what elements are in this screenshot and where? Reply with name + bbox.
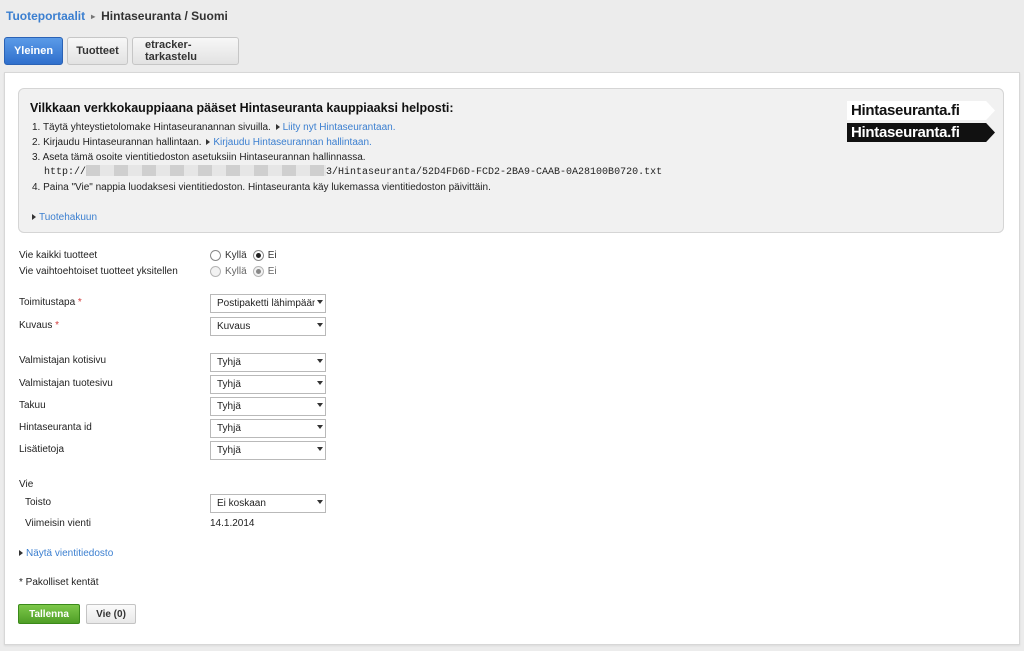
manufacturer-product-value: Tyhjä (217, 379, 241, 390)
export-url-prefix: http:// (44, 167, 87, 178)
description-label-text: Kuvaus (19, 320, 53, 331)
export-all-label: Vie kaikki tuotteet (19, 250, 98, 261)
info-step-2-text: 2. Kirjaudu Hintaseurannan hallintaan. (32, 137, 202, 148)
breadcrumb-separator-icon: ▸ (91, 12, 96, 21)
chevron-down-icon (317, 359, 323, 363)
chevron-down-icon (317, 300, 323, 304)
info-step-1: 1. Täytä yhteystietolomake Hintaseuranan… (32, 120, 662, 135)
logo-text-light: Hintaseuranta.fi (847, 101, 995, 120)
info-title: Vilkkaan verkkokauppiaana pääset Hintase… (30, 101, 454, 115)
export-button[interactable]: Vie (0) (86, 604, 136, 624)
export-all-yes-label: Kyllä (225, 250, 247, 261)
product-search-row: Tuotehakuun (30, 212, 97, 223)
delivery-select-value: Postipaketti lähimpään (217, 298, 318, 309)
product-search-link[interactable]: Tuotehakuun (39, 212, 97, 223)
extra-info-value: Tyhjä (217, 445, 241, 456)
redacted-block (86, 165, 327, 176)
delivery-label: Toimitustapa * (19, 297, 82, 308)
join-link[interactable]: Liity nyt Hintaseurantaan. (283, 122, 396, 133)
hintaseuranta-id-label: Hintaseuranta id (19, 422, 92, 433)
repeat-value: Ei koskaan (217, 498, 266, 509)
show-export-file-link[interactable]: Näytä vientitiedosto (26, 548, 113, 559)
export-all-radios: Kyllä Ei (210, 250, 277, 261)
chevron-down-icon (317, 403, 323, 407)
export-variants-radios: Kyllä Ei (210, 266, 277, 277)
required-note: * Pakolliset kentät (19, 577, 99, 588)
export-section-label: Vie (19, 479, 34, 490)
arrow-right-icon (32, 214, 36, 220)
export-all-no-label: Ei (267, 250, 277, 261)
tab-tuotteet[interactable]: Tuotteet (67, 37, 128, 65)
last-export-value: 14.1.2014 (210, 518, 255, 529)
repeat-label: Toisto (25, 497, 52, 508)
repeat-select[interactable]: Ei koskaan (210, 494, 326, 513)
tab-yleinen[interactable]: Yleinen (4, 37, 63, 65)
hintaseuranta-logo: Hintaseuranta.fi Hintaseuranta.fi (847, 101, 995, 145)
arrow-right-icon (206, 139, 211, 145)
chevron-down-icon (317, 425, 323, 429)
logo-text-dark: Hintaseuranta.fi (847, 123, 995, 142)
delivery-label-text: Toimitustapa (19, 297, 76, 308)
export-all-no-radio[interactable] (252, 250, 264, 261)
manufacturer-product-select[interactable]: Tyhjä (210, 375, 326, 394)
chevron-down-icon (317, 500, 323, 504)
required-mark: * (77, 297, 82, 308)
chevron-down-icon (317, 447, 323, 451)
export-variants-no-label: Ei (267, 266, 277, 277)
extra-info-select[interactable]: Tyhjä (210, 441, 326, 460)
info-steps: 1. Täytä yhteystietolomake Hintaseuranan… (32, 120, 662, 195)
warranty-select[interactable]: Tyhjä (210, 397, 326, 416)
info-step-4: 4. Paina "Vie" nappia luodaksesi vientit… (32, 182, 491, 193)
breadcrumb-link-tuoteportaalit[interactable]: Tuoteportaalit (6, 9, 85, 23)
export-url: http:// 3/Hintaseuranta/52D4FD6D-FCD2-2BA… (32, 165, 662, 180)
manufacturer-home-select[interactable]: Tyhjä (210, 353, 326, 372)
login-link[interactable]: Kirjaudu Hintaseurannan hallintaan. (213, 137, 371, 148)
description-label: Kuvaus * (19, 320, 59, 331)
info-step-2: 2. Kirjaudu Hintaseurannan hallintaan. K… (32, 135, 662, 150)
breadcrumb: Tuoteportaalit ▸ Hintaseuranta / Suomi (6, 9, 228, 23)
info-step-3: 3. Aseta tämä osoite vientitiedoston ase… (32, 152, 366, 163)
delivery-select[interactable]: Postipaketti lähimpään (210, 294, 326, 313)
export-variants-label: Vie vaihtoehtoiset tuotteet yksitellen (19, 266, 178, 277)
export-variants-no-radio[interactable] (252, 266, 264, 277)
last-export-label: Viimeisin vienti (25, 518, 91, 529)
hintaseuranta-id-value: Tyhjä (217, 423, 241, 434)
show-export-file-row: Näytä vientitiedosto (19, 548, 113, 559)
arrow-right-icon (275, 124, 280, 130)
chevron-down-icon (317, 323, 323, 327)
warranty-value: Tyhjä (217, 401, 241, 412)
export-url-suffix: 3/Hintaseuranta/52D4FD6D-FCD2-2BA9-CAAB-… (326, 167, 663, 178)
chevron-down-icon (317, 381, 323, 385)
info-step-1-text: 1. Täytä yhteystietolomake Hintaseuranan… (32, 122, 271, 133)
export-all-yes-radio[interactable] (210, 250, 221, 261)
hintaseuranta-id-select[interactable]: Tyhjä (210, 419, 326, 438)
breadcrumb-current: Hintaseuranta / Suomi (101, 9, 228, 23)
extra-info-label: Lisätietoja (19, 444, 65, 455)
manufacturer-home-value: Tyhjä (217, 357, 241, 368)
tab-bar: Yleinen Tuotteet etracker-tarkastelu (4, 37, 239, 65)
export-variants-yes-label: Kyllä (225, 266, 247, 277)
required-mark: * (55, 320, 60, 331)
manufacturer-product-label: Valmistajan tuotesivu (19, 378, 113, 389)
manufacturer-home-label: Valmistajan kotisivu (19, 355, 107, 366)
warranty-label: Takuu (19, 400, 46, 411)
info-box: Vilkkaan verkkokauppiaana pääset Hintase… (18, 88, 1004, 233)
main-panel: Vilkkaan verkkokauppiaana pääset Hintase… (4, 72, 1020, 645)
save-button[interactable]: Tallenna (18, 604, 80, 624)
tab-etracker-tarkastelu[interactable]: etracker-tarkastelu (132, 37, 239, 65)
export-variants-yes-radio[interactable] (210, 266, 221, 277)
description-select-value: Kuvaus (217, 321, 251, 332)
description-select[interactable]: Kuvaus (210, 317, 326, 336)
arrow-right-icon (19, 550, 23, 556)
